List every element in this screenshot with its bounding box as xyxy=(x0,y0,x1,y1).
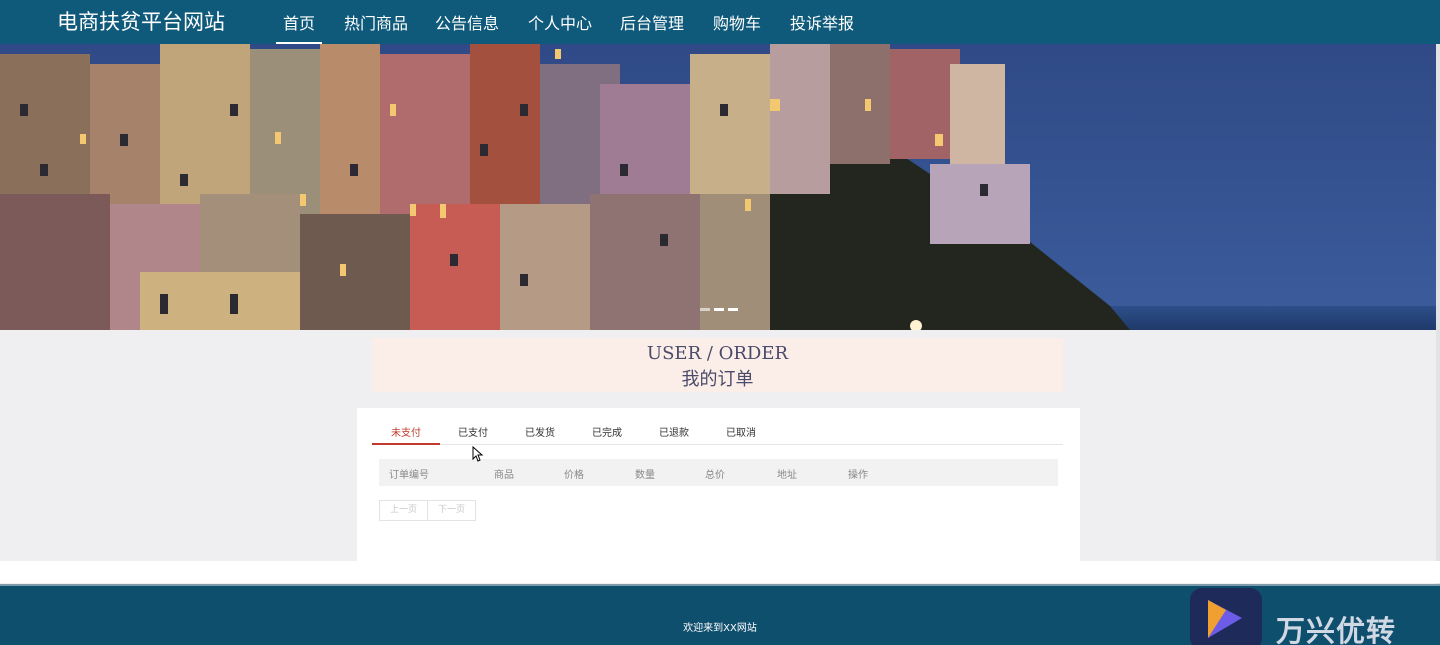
mouse-cursor-icon xyxy=(472,446,484,462)
tab-shipped[interactable]: 已发货 xyxy=(518,424,562,445)
nav-personal-center[interactable]: 个人中心 xyxy=(528,10,592,44)
col-actions: 操作 xyxy=(848,470,868,481)
carousel-dot-1[interactable] xyxy=(700,308,710,311)
carousel-dot-2[interactable] xyxy=(714,308,724,311)
prev-page-button[interactable]: 上一页 xyxy=(380,501,427,520)
nav-complaints[interactable]: 投诉举报 xyxy=(790,10,854,44)
tab-completed[interactable]: 已完成 xyxy=(585,424,629,445)
vertical-scrollbar[interactable] xyxy=(1436,44,1440,584)
hero-banner xyxy=(0,44,1436,330)
site-brand[interactable]: 电商扶贫平台网站 xyxy=(57,6,225,36)
section-title: USER / ORDER 我的订单 xyxy=(372,338,1063,392)
col-quantity: 数量 xyxy=(635,470,655,481)
section-title-en: USER / ORDER xyxy=(646,343,789,364)
col-order-no: 订单编号 xyxy=(389,470,429,481)
col-total: 总价 xyxy=(705,470,725,481)
watermark: 万兴优转 xyxy=(1190,588,1440,645)
col-price: 价格 xyxy=(564,470,584,481)
tab-cancelled[interactable]: 已取消 xyxy=(719,424,763,445)
top-nav: 电商扶贫平台网站 首页 热门商品 公告信息 个人中心 后台管理 购物车 投诉举报 xyxy=(0,0,1440,44)
watermark-text: 万兴优转 xyxy=(1276,614,1397,645)
next-page-button[interactable]: 下一页 xyxy=(427,501,475,520)
watermark-logo-icon xyxy=(1190,588,1262,645)
order-table-header: 订单编号 商品 价格 数量 总价 地址 操作 xyxy=(379,459,1058,486)
page-spacer xyxy=(0,561,1440,583)
nav-admin[interactable]: 后台管理 xyxy=(620,10,684,44)
tab-refunded[interactable]: 已退款 xyxy=(652,424,696,445)
nav-home[interactable]: 首页 xyxy=(275,10,323,44)
order-panel: 未支付 已支付 已发货 已完成 已退款 已取消 订单编号 商品 价格 数量 总价… xyxy=(357,408,1080,561)
pagination: 上一页 下一页 xyxy=(379,500,477,521)
carousel-dot-3[interactable] xyxy=(728,308,738,311)
section-title-cn: 我的订单 xyxy=(681,369,754,390)
banner-image xyxy=(0,44,1436,330)
tab-unpaid[interactable]: 未支付 xyxy=(372,424,440,445)
nav-cart[interactable]: 购物车 xyxy=(713,10,761,44)
nav-hot-products[interactable]: 热门商品 xyxy=(344,10,408,44)
order-status-tabs: 未支付 已支付 已发货 已完成 已退款 已取消 xyxy=(372,408,1063,445)
nav-announcements[interactable]: 公告信息 xyxy=(435,10,499,44)
col-address: 地址 xyxy=(777,470,797,481)
col-product: 商品 xyxy=(494,470,514,481)
tab-paid[interactable]: 已支付 xyxy=(451,424,495,445)
